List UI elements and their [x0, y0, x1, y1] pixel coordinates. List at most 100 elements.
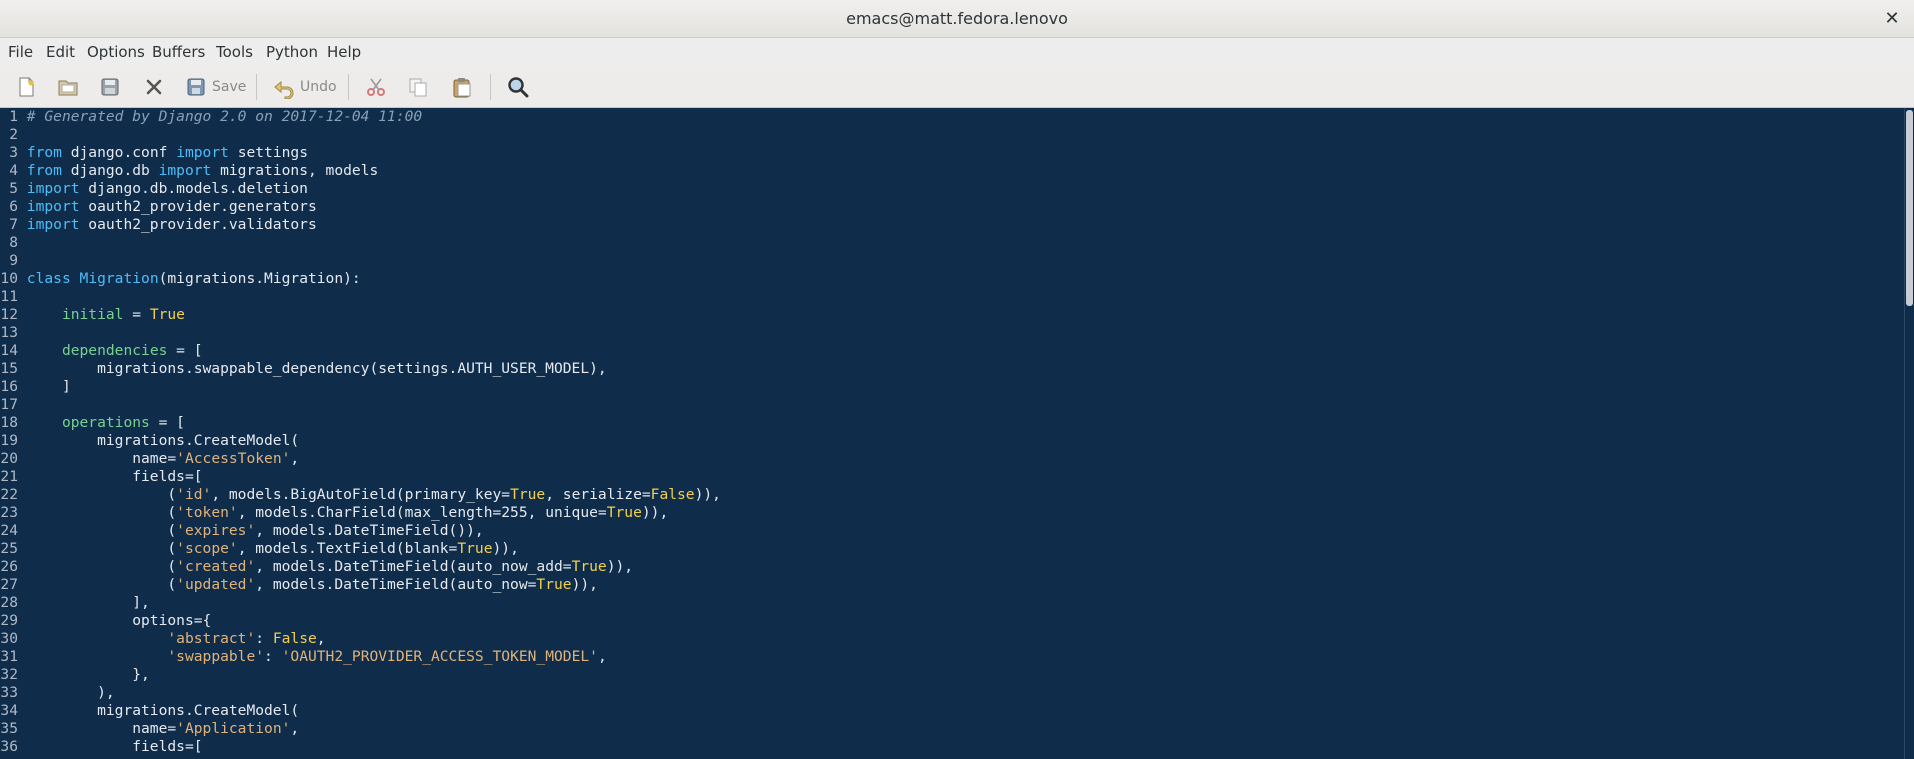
- gutter-gap: [18, 162, 27, 179]
- code-line[interactable]: 26 ('created', models.DateTimeField(auto…: [0, 558, 721, 576]
- code-token: , models.BigAutoField(primary_key=: [211, 486, 511, 503]
- code-line[interactable]: 21 fields=[: [0, 468, 721, 486]
- gutter-gap: [18, 720, 27, 737]
- menu-help[interactable]: Help: [327, 38, 361, 66]
- paste-button[interactable]: [450, 74, 474, 100]
- code-token: import: [158, 162, 212, 179]
- code-line[interactable]: 20 name='AccessToken',: [0, 450, 721, 468]
- menu-buffers[interactable]: Buffers: [152, 38, 205, 66]
- code-token: import: [26, 180, 80, 197]
- code-token: = [: [167, 342, 203, 359]
- code-line[interactable]: 28 ],: [0, 594, 721, 612]
- code-line[interactable]: 13: [0, 324, 721, 342]
- gutter-gap: [18, 180, 27, 197]
- code-line[interactable]: 14 dependencies = [: [0, 342, 721, 360]
- gutter-gap: [18, 468, 27, 485]
- code-token: name=: [26, 450, 177, 467]
- gutter-gap: [18, 612, 27, 629]
- line-number: 13: [0, 324, 18, 341]
- line-number: 29: [0, 612, 18, 629]
- undo-button[interactable]: Undo: [272, 74, 337, 100]
- code-line[interactable]: 29 options={: [0, 612, 721, 630]
- menu-options[interactable]: Options: [87, 38, 145, 66]
- code-line[interactable]: 16 ]: [0, 378, 721, 396]
- menu-file[interactable]: File: [8, 38, 33, 66]
- code-line[interactable]: 8: [0, 234, 721, 252]
- code-token: migrations, models: [211, 162, 379, 179]
- copy-button[interactable]: [406, 74, 430, 100]
- code-line[interactable]: 27 ('updated', models.DateTimeField(auto…: [0, 576, 721, 594]
- code-line[interactable]: 10 class Migration(migrations.Migration)…: [0, 270, 721, 288]
- code-line[interactable]: 4 from django.db import migrations, mode…: [0, 162, 721, 180]
- gutter-gap: [18, 630, 27, 647]
- line-number: 34: [0, 702, 18, 719]
- line-number: 8: [9, 234, 18, 251]
- save-button[interactable]: Save: [184, 74, 246, 100]
- code-token: ,: [290, 450, 300, 467]
- code-line[interactable]: 1 # Generated by Django 2.0 on 2017-12-0…: [0, 108, 721, 126]
- code-line[interactable]: 32 },: [0, 666, 721, 684]
- disk-icon: [101, 78, 119, 96]
- menu-tools[interactable]: Tools: [216, 38, 253, 66]
- code-token: fields=[: [26, 738, 203, 755]
- new-file-button[interactable]: [14, 74, 38, 100]
- save-disk-button[interactable]: [98, 74, 122, 100]
- code-line[interactable]: 9: [0, 252, 721, 270]
- code-line[interactable]: 23 ('token', models.CharField(max_length…: [0, 504, 721, 522]
- code-line[interactable]: 22 ('id', models.BigAutoField(primary_ke…: [0, 486, 721, 504]
- gutter-gap: [18, 234, 27, 251]
- gutter-gap: [18, 126, 27, 143]
- editor-pane[interactable]: 1 # Generated by Django 2.0 on 2017-12-0…: [0, 108, 1904, 759]
- code-line[interactable]: 11: [0, 288, 721, 306]
- code-line[interactable]: 31 'swappable': 'OAUTH2_PROVIDER_ACCESS_…: [0, 648, 721, 666]
- code-line[interactable]: 15 migrations.swappable_dependency(setti…: [0, 360, 721, 378]
- line-number: 33: [0, 684, 18, 701]
- code-token: Migration: [79, 270, 159, 287]
- line-number: 23: [0, 504, 18, 521]
- code-line[interactable]: 24 ('expires', models.DateTimeField()),: [0, 522, 721, 540]
- code-token: (migrations.Migration):: [158, 270, 361, 287]
- code-line[interactable]: 2: [0, 126, 721, 144]
- scrollbar-thumb[interactable]: [1906, 110, 1913, 306]
- code-line[interactable]: 5 import django.db.models.deletion: [0, 180, 721, 198]
- code-token: ,: [597, 648, 607, 665]
- code-token: 'created': [176, 558, 256, 575]
- code-token: 'updated': [176, 576, 256, 593]
- code-line[interactable]: 33 ),: [0, 684, 721, 702]
- code-token: operations: [61, 414, 150, 431]
- gutter-gap: [18, 594, 27, 611]
- vertical-scrollbar[interactable]: [1904, 108, 1914, 759]
- code-line[interactable]: 18 operations = [: [0, 414, 721, 432]
- code-line[interactable]: 25 ('scope', models.TextField(blank=True…: [0, 540, 721, 558]
- code-line[interactable]: 7 import oauth2_provider.validators: [0, 216, 721, 234]
- code-line[interactable]: 17: [0, 396, 721, 414]
- gutter-gap: [18, 666, 27, 683]
- open-file-button[interactable]: [56, 74, 80, 100]
- line-number: 32: [0, 666, 18, 683]
- code-line[interactable]: 12 initial = True: [0, 306, 721, 324]
- code-token: , models.CharField(max_length=255, uniqu…: [237, 504, 607, 521]
- code-token: fields=[: [26, 468, 203, 485]
- code-line[interactable]: 35 name='Application',: [0, 720, 721, 738]
- line-number: 12: [0, 306, 18, 323]
- close-buffer-button[interactable]: [142, 74, 166, 100]
- code-line[interactable]: 19 migrations.CreateModel(: [0, 432, 721, 450]
- code-buffer[interactable]: 1 # Generated by Django 2.0 on 2017-12-0…: [0, 108, 721, 756]
- code-token: 'scope': [176, 540, 238, 557]
- close-window-button[interactable]: ✕: [1880, 7, 1904, 31]
- cut-button[interactable]: [364, 74, 388, 100]
- code-line[interactable]: 30 'abstract': False,: [0, 630, 721, 648]
- code-line[interactable]: 3 from django.conf import settings: [0, 144, 721, 162]
- code-token: False: [650, 486, 695, 503]
- code-token: :: [255, 630, 273, 647]
- menu-python[interactable]: Python: [266, 38, 318, 66]
- search-button[interactable]: [506, 74, 530, 100]
- line-number: 11: [0, 288, 18, 305]
- line-number: 14: [0, 342, 18, 359]
- menu-edit[interactable]: Edit: [46, 38, 75, 66]
- code-line[interactable]: 34 migrations.CreateModel(: [0, 702, 721, 720]
- line-number: 25: [0, 540, 18, 557]
- code-line[interactable]: 36 fields=[: [0, 738, 721, 756]
- code-line[interactable]: 6 import oauth2_provider.generators: [0, 198, 721, 216]
